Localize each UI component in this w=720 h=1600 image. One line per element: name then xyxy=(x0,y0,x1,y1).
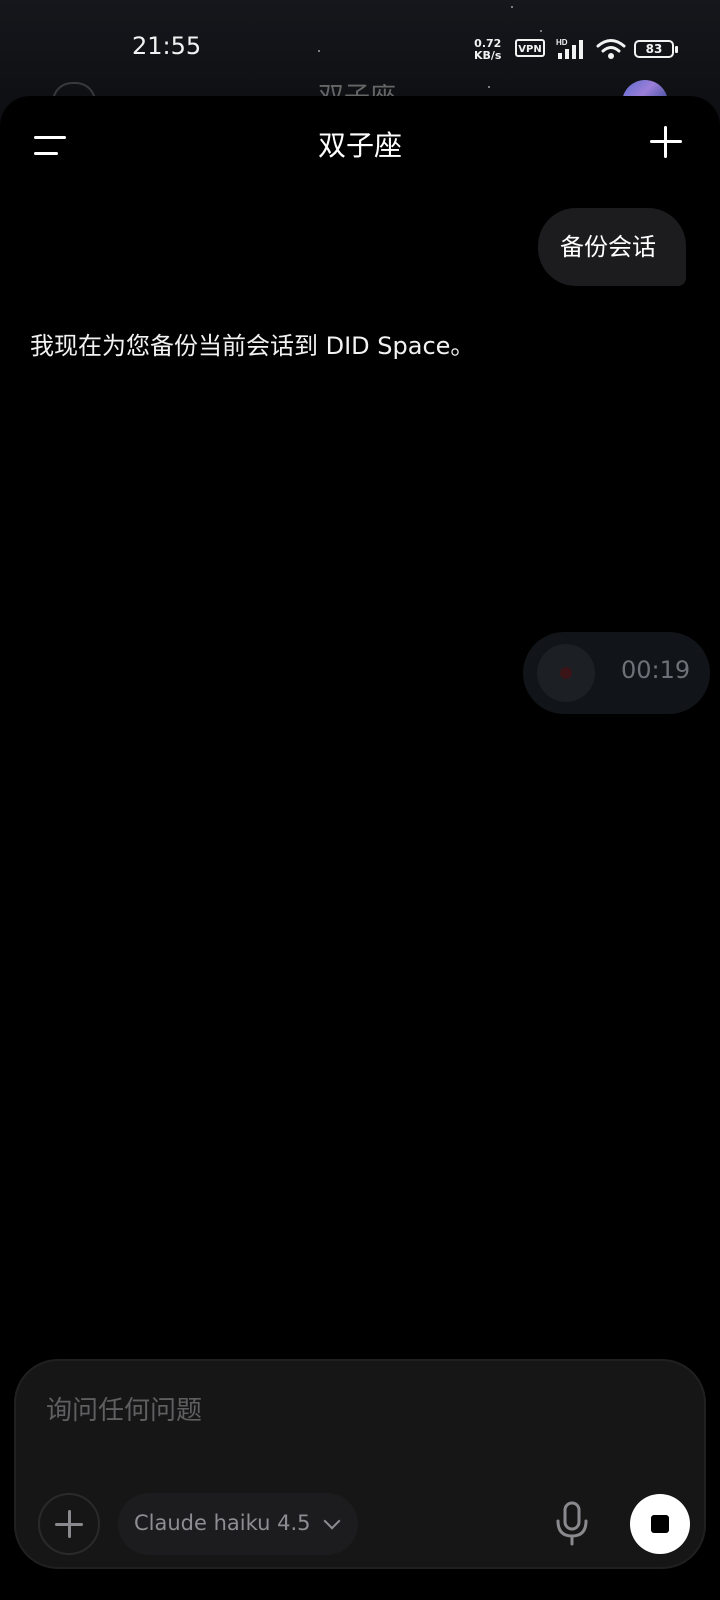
battery-icon: 83 xyxy=(634,40,678,58)
user-message-bubble: 备份会话 xyxy=(538,208,686,286)
signal-icon: HD xyxy=(556,38,583,59)
network-speed-unit: KB/s xyxy=(474,49,502,62)
vpn-badge: VPN xyxy=(515,39,545,57)
stop-button[interactable] xyxy=(630,1494,690,1554)
hd-label: HD xyxy=(556,38,568,47)
model-selector[interactable]: Claude haiku 4.5 xyxy=(118,1493,358,1555)
assistant-message: 我现在为您备份当前会话到 DID Space。 xyxy=(30,332,475,360)
menu-icon-line xyxy=(34,152,58,155)
status-bar: 21:55 0.72 KB/s VPN HD 83 xyxy=(0,0,720,96)
model-label: Claude haiku 4.5 xyxy=(134,1511,311,1535)
message-composer: Claude haiku 4.5 xyxy=(14,1359,706,1569)
voice-message-bubble[interactable]: 00:19 xyxy=(523,632,710,714)
attach-button[interactable] xyxy=(38,1493,100,1555)
message-input[interactable] xyxy=(44,1385,648,1437)
wifi-icon xyxy=(596,39,626,59)
menu-button[interactable] xyxy=(34,132,68,160)
voice-duration: 00:19 xyxy=(621,656,691,684)
new-chat-button[interactable] xyxy=(648,124,684,160)
status-time: 21:55 xyxy=(132,32,202,60)
recording-dot-icon xyxy=(537,644,595,702)
network-speed: 0.72 KB/s xyxy=(474,38,501,62)
microphone-icon[interactable] xyxy=(554,1501,590,1547)
page-title: 双子座 xyxy=(317,129,402,162)
chevron-down-icon xyxy=(323,1512,341,1530)
menu-icon-line xyxy=(34,136,66,139)
